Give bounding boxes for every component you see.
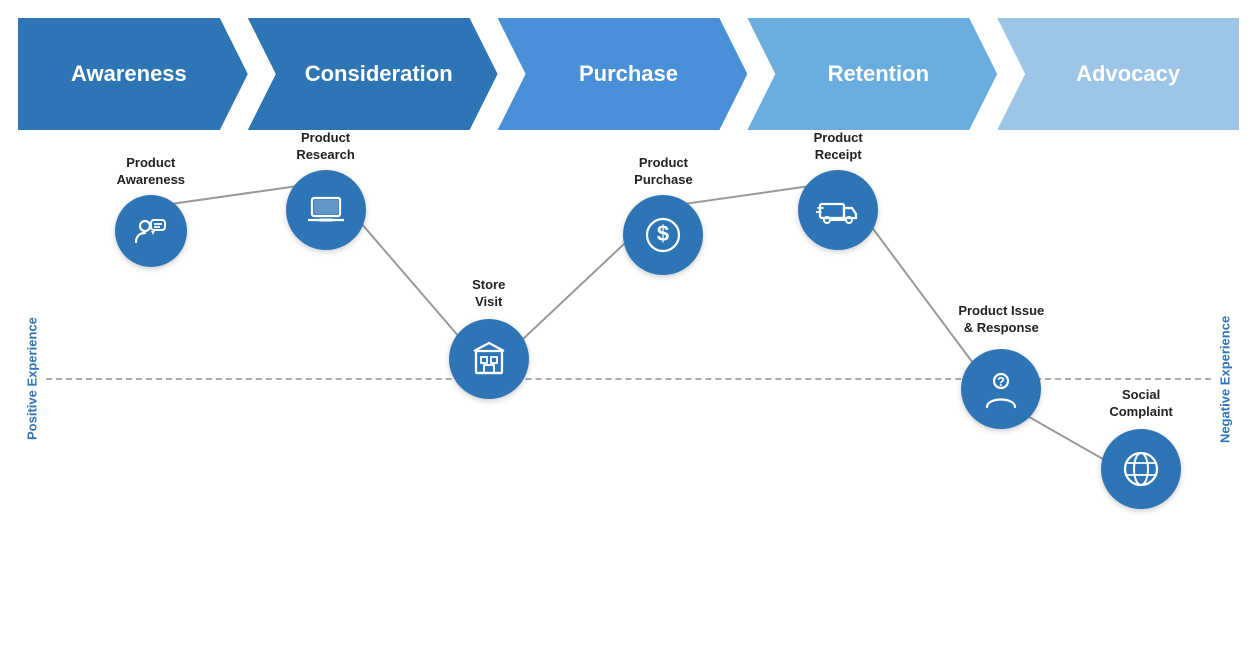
node-awareness-circle <box>115 195 187 267</box>
chevron-label: Retention <box>828 61 929 87</box>
node-issue: Product Issue& Response ? <box>961 349 1041 429</box>
svg-text:$: $ <box>657 221 669 246</box>
node-purchase: ProductPurchase $ <box>623 155 703 275</box>
chevron-label: Advocacy <box>1076 61 1180 87</box>
chevron-label: Purchase <box>579 61 678 87</box>
node-awareness-label: ProductAwareness <box>117 155 185 189</box>
node-purchase-circle: $ <box>623 195 703 275</box>
chevron-consideration: Consideration <box>248 18 498 130</box>
node-complaint-circle <box>1101 429 1181 509</box>
node-purchase-label: ProductPurchase <box>634 155 693 189</box>
node-complaint-label: SocialComplaint <box>1109 387 1173 421</box>
chevron-label: Consideration <box>305 61 453 87</box>
node-receipt-circle <box>798 170 878 250</box>
node-research: ProductResearch <box>286 130 366 250</box>
chevron-banner: Awareness Consideration Purchase Retenti… <box>18 18 1239 130</box>
node-issue-circle: ? <box>961 349 1041 429</box>
svg-text:?: ? <box>997 374 1005 389</box>
chevron-label: Awareness <box>71 61 187 87</box>
node-awareness: ProductAwareness <box>115 155 187 267</box>
node-issue-label: Product Issue& Response <box>958 303 1044 337</box>
node-research-label: ProductResearch <box>296 130 355 164</box>
node-store-circle <box>449 319 529 399</box>
node-receipt: ProductReceipt <box>798 130 878 250</box>
journey-content: ProductAwareness ProductResearch <box>46 130 1211 628</box>
node-store: StoreVisit <box>449 319 529 399</box>
chevron-advocacy: Advocacy <box>997 18 1239 130</box>
chevron-purchase: Purchase <box>498 18 748 130</box>
journey-area: Positive Experience ProductAwareness <box>18 130 1239 628</box>
node-complaint: SocialComplaint <box>1101 429 1181 509</box>
positive-experience-label: Positive Experience <box>18 130 46 628</box>
node-receipt-label: ProductReceipt <box>814 130 863 164</box>
negative-experience-label: Negative Experience <box>1211 130 1239 628</box>
node-store-label-above: StoreVisit <box>472 277 505 311</box>
chevron-retention: Retention <box>747 18 997 130</box>
chevron-awareness: Awareness <box>18 18 248 130</box>
node-research-circle <box>286 170 366 250</box>
